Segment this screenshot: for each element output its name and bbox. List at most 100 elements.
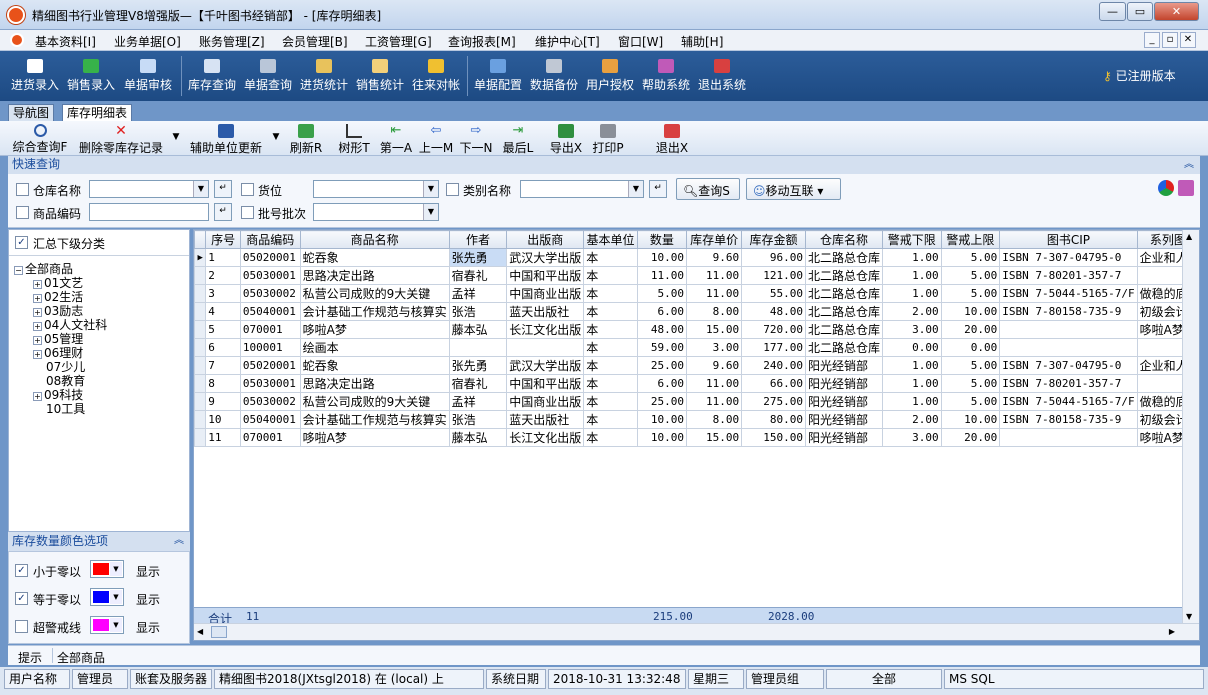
table-cell[interactable]: 9.60 [686, 248, 743, 267]
row-indicator[interactable] [194, 302, 207, 321]
menu-accounts[interactable]: 账务管理[Z] [199, 33, 265, 50]
table-cell[interactable]: ISBN 7-307-04795-0 [999, 356, 1138, 375]
table-cell[interactable]: 本 [583, 356, 638, 375]
table-cell[interactable]: 阳光经销部 [804, 410, 884, 429]
table-cell[interactable]: 5.00 [940, 284, 1001, 303]
doc-config-button[interactable]: 单据配置 [471, 55, 525, 97]
table-cell[interactable]: 11 [205, 428, 241, 447]
column-header[interactable]: 库存金额 [741, 230, 806, 249]
scroll-down-icon[interactable]: ▼ [1186, 612, 1192, 621]
over-limit-checkbox[interactable] [15, 620, 28, 633]
code-browse-button[interactable]: ↵ [214, 203, 232, 221]
table-cell[interactable]: 177.00 [741, 338, 806, 357]
sales-stats-button[interactable]: 销售统计 [353, 55, 407, 97]
table-cell[interactable]: 0.00 [882, 338, 942, 357]
table-cell[interactable]: 5.00 [940, 356, 1001, 375]
table-cell[interactable]: 8 [205, 374, 241, 393]
table-cell[interactable]: 5.00 [636, 284, 688, 303]
prev-record-button[interactable]: ⇦ 上一M [418, 123, 454, 156]
table-cell[interactable]: 25.00 [636, 356, 688, 375]
table-cell[interactable]: 私营公司成败的9大关键 [299, 392, 450, 411]
user-auth-button[interactable]: 用户授权 [583, 55, 637, 97]
table-cell[interactable]: 阳光经销部 [804, 392, 884, 411]
table-cell[interactable]: 阳光经销部 [804, 374, 884, 393]
column-header[interactable]: 序号 [205, 230, 241, 249]
row-indicator[interactable] [194, 320, 207, 339]
table-row[interactable]: 5 070001 哆啦A梦 藤本弘 长江文化出版本 48.00 15.00 720.00 北二路… [194, 320, 1199, 339]
table-cell[interactable]: 20.00 [940, 320, 1001, 339]
table-cell[interactable]: 张浩 [448, 410, 508, 429]
backup-button[interactable]: 数据备份 [527, 55, 581, 97]
table-cell[interactable]: 本 [583, 392, 638, 411]
table-cell[interactable]: 宿春礼 [448, 266, 508, 285]
menu-members[interactable]: 会员管理[B] [282, 33, 348, 50]
table-cell[interactable]: 48.00 [636, 320, 688, 339]
warehouse-select[interactable]: ▼ [89, 180, 209, 198]
table-cell[interactable]: 7 [205, 356, 241, 375]
menu-maintenance[interactable]: 维护中心[T] [535, 33, 600, 50]
equal-zero-color-picker[interactable]: ▼ [90, 588, 124, 606]
column-header[interactable]: 仓库名称 [804, 230, 884, 249]
table-cell[interactable]: 2.00 [882, 410, 942, 429]
stock-query-button[interactable]: 库存查询 [185, 55, 239, 97]
table-cell[interactable]: 720.00 [741, 320, 806, 339]
table-cell[interactable]: 蛇吞象 [299, 248, 450, 267]
table-cell[interactable]: ISBN 7-307-04795-0 [999, 248, 1138, 267]
table-cell[interactable]: 8.00 [686, 302, 743, 321]
collapse-chevron-icon[interactable]: ︽ [174, 532, 184, 550]
shelf-checkbox[interactable] [241, 183, 254, 196]
row-indicator[interactable] [194, 338, 207, 357]
table-cell[interactable]: 05030002 [239, 392, 301, 411]
table-cell[interactable]: 070001 [239, 320, 301, 339]
table-cell[interactable]: 本 [583, 428, 638, 447]
help-system-button[interactable]: 帮助系统 [639, 55, 693, 97]
table-cell[interactable]: 10.00 [940, 410, 1001, 429]
scroll-right-icon[interactable]: ▶ [1169, 627, 1175, 636]
table-cell[interactable]: 2 [205, 266, 241, 285]
table-cell[interactable]: 1.00 [882, 284, 942, 303]
tree-view-button[interactable]: 树形T [336, 123, 372, 155]
table-cell[interactable]: 会计基础工作规范与核算实 [299, 302, 450, 321]
horizontal-scrollbar[interactable]: ◀ ▶ [194, 623, 1199, 640]
row-indicator[interactable] [194, 284, 207, 303]
table-cell[interactable]: 05030002 [239, 284, 301, 303]
table-row[interactable]: ▶ 1 05020001 蛇吞象 张先勇 武汉大学出版本 10.00 9.60 96.00 北二路… [194, 248, 1199, 267]
table-cell[interactable]: 北二路总仓库 [804, 284, 884, 303]
mobile-connect-button[interactable]: ☺移动互联 ▾ [746, 178, 841, 200]
quick-search-header[interactable]: 快速查询 ︽ [8, 156, 1200, 174]
table-cell[interactable]: 1.00 [882, 248, 942, 267]
table-cell[interactable]: 孟祥 [448, 284, 508, 303]
table-cell[interactable]: 本 [583, 266, 638, 285]
table-cell[interactable]: 1 [205, 248, 241, 267]
column-header[interactable]: 警戒上限 [940, 230, 1001, 249]
table-cell[interactable]: 绘画本 [299, 338, 450, 357]
scroll-thumb[interactable] [211, 626, 227, 638]
table-cell[interactable]: 北二路总仓库 [804, 248, 884, 267]
update-dropdown-arrow[interactable]: ▼ [270, 123, 282, 154]
warehouse-browse-button[interactable]: ↵ [214, 180, 232, 198]
table-cell[interactable]: 蓝天出版社 [506, 302, 585, 321]
table-cell[interactable]: ISBN 7-5044-5165-7/F [999, 392, 1138, 411]
row-indicator[interactable]: ▶ [194, 248, 207, 267]
table-cell[interactable]: 11.00 [686, 374, 743, 393]
table-cell[interactable]: 中国商业出版 [506, 284, 585, 303]
last-record-button[interactable]: ⇥ 最后L [500, 123, 536, 156]
table-cell[interactable]: ISBN 7-80201-357-7 [999, 266, 1138, 285]
table-cell[interactable]: 2.00 [882, 302, 942, 321]
table-cell[interactable]: 中国商业出版 [506, 392, 585, 411]
table-row[interactable]: 7 05020001 蛇吞象 张先勇 武汉大学出版本 25.00 9.60 240.00 阳光经… [194, 356, 1199, 375]
tab-stock-detail[interactable]: 库存明细表 [62, 104, 133, 121]
category-select[interactable]: ▼ [520, 180, 644, 198]
warehouse-checkbox[interactable] [16, 183, 29, 196]
exit-system-button[interactable]: 退出系统 [695, 55, 749, 97]
table-row[interactable]: 8 05030001 思路决定出路 宿春礼 中国和平出版本 6.00 11.00 66.00 阳… [194, 374, 1199, 393]
table-cell[interactable]: 20.00 [940, 428, 1001, 447]
reconcile-button[interactable]: 往来对帐 [409, 55, 463, 97]
close-button[interactable]: ✕ [1154, 2, 1199, 21]
table-cell[interactable]: 10.00 [636, 428, 688, 447]
row-indicator[interactable] [194, 410, 207, 429]
table-cell[interactable]: ISBN 7-80158-735-9 [999, 302, 1138, 321]
print-button[interactable]: 打印P [590, 123, 626, 155]
table-cell[interactable]: 10.00 [636, 410, 688, 429]
table-cell[interactable]: 中国和平出版 [506, 266, 585, 285]
